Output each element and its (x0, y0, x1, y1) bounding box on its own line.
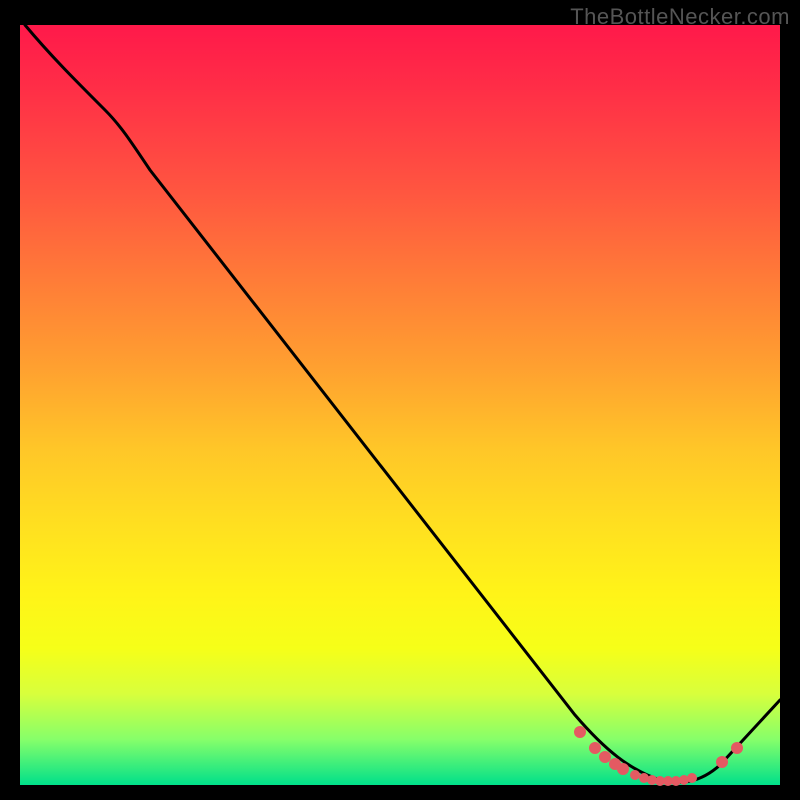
bottleneck-curve (25, 25, 780, 782)
dot (574, 726, 586, 738)
highlight-dots (574, 726, 743, 786)
dot (716, 756, 728, 768)
plot-area (20, 25, 780, 785)
dot (731, 742, 743, 754)
dot (617, 763, 629, 775)
watermark-text: TheBottleNecker.com (570, 4, 790, 30)
dot (687, 773, 697, 783)
curve-svg (20, 25, 780, 785)
dot (630, 770, 640, 780)
dot (599, 751, 611, 763)
chart-frame: TheBottleNecker.com (0, 0, 800, 800)
dot (589, 742, 601, 754)
